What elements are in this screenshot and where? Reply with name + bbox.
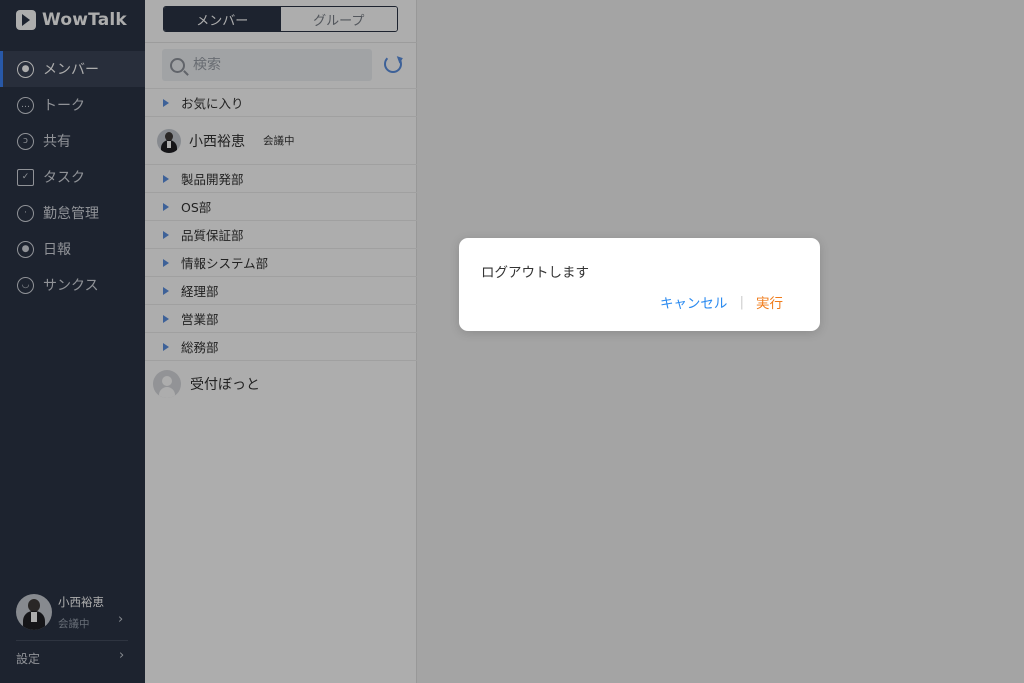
cancel-button[interactable]: キャンセル [660, 292, 728, 312]
modal-overlay[interactable] [0, 0, 1024, 683]
action-separator: | [739, 294, 744, 310]
logout-dialog: ログアウトします キャンセル | 実行 [459, 238, 820, 331]
confirm-logout-button[interactable]: 実行 [756, 292, 783, 312]
dialog-actions: キャンセル | 実行 [660, 292, 783, 312]
dialog-message: ログアウトします [481, 265, 589, 281]
